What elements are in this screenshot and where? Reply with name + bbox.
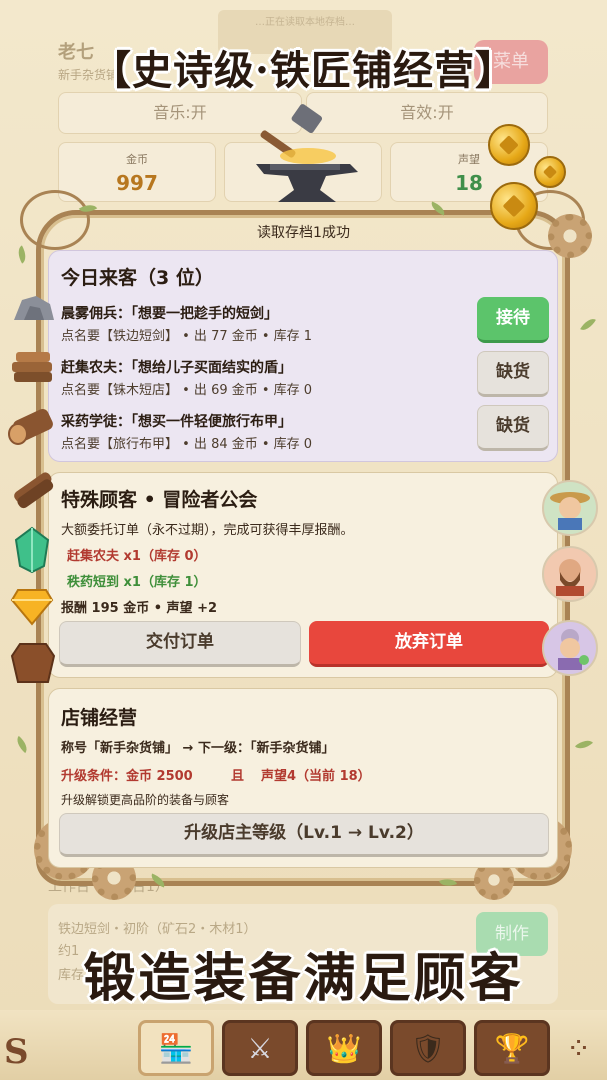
special-title: 特殊顾客 • 冒险者公会 — [61, 489, 258, 511]
abandon-order-button[interactable]: 放弃订单 — [309, 621, 549, 667]
customer-request: 晨雾佣兵：「想要一把趁手的短剑」 — [61, 306, 278, 322]
anvil-hammer-icon — [246, 102, 366, 212]
emerald-icon — [12, 526, 52, 574]
workshop-item: 铁边短剑・初阶（矿石2・木材1） — [58, 922, 257, 937]
gold-label: 金币 — [126, 153, 148, 166]
unlock-text: 升级解锁更高品阶的装备与顾客 — [61, 793, 230, 807]
topaz-icon — [10, 586, 54, 626]
load-success-toast: 读取存档1成功 — [257, 225, 350, 241]
gold-value: 997 — [116, 171, 158, 195]
customer-details: 点名要【铁边短剑】 • 出 77 金币 • 库存 1 — [61, 329, 313, 344]
tab-guild[interactable]: 🛡 — [390, 1020, 466, 1076]
shield-badge-icon: 🛡 — [410, 1031, 446, 1065]
customer-details: 点名要【铢木短店】 • 出 69 金币 • 库存 0 — [61, 383, 313, 398]
ore-icon — [10, 290, 56, 328]
deliver-order-button[interactable]: 交付订单 — [59, 621, 301, 667]
upgrade-condition-reputation: 声望4（当前 18） — [261, 769, 371, 784]
visitors-title: 今日来客（3 位） — [61, 267, 214, 289]
blacksmith-avatar — [542, 546, 598, 602]
requirement-item: 赶集农夫 x1（库存 0） — [67, 549, 207, 564]
tab-ranking[interactable]: 👑 — [306, 1020, 382, 1076]
tab-shop[interactable]: 🏪 — [138, 1020, 214, 1076]
customer-request: 赶集农夫：「想给儿子买面结实的盾」 — [61, 360, 292, 376]
corner-emblem-right: ⁘ — [566, 1032, 592, 1067]
special-customer-panel: 特殊顾客 • 冒险者公会 大额委托订单（永不过期），完成可获得丰厚报酬。 赶集农… — [48, 472, 558, 678]
headline-top: 【史诗级·铁匠铺经营】 — [91, 47, 516, 94]
tab-achievements[interactable]: 🏆 — [474, 1020, 550, 1076]
farmer-avatar — [542, 480, 598, 536]
coin-icon — [488, 124, 530, 166]
upgrade-level-button[interactable]: 升级店主等级（Lv.1 → Lv.2） — [59, 813, 549, 857]
coin-icon — [534, 156, 566, 188]
out-of-stock-button[interactable]: 缺货 — [477, 405, 549, 451]
out-of-stock-button[interactable]: 缺货 — [477, 351, 549, 397]
customer-details: 点名要【旅行布甲】 • 出 84 金币 • 库存 0 — [61, 437, 313, 452]
customer-request: 采药学徒：「想买一件轻便旅行布甲」 — [61, 414, 292, 430]
requirement-item: 秩药短到 x1（库存 1） — [67, 575, 207, 590]
shop-title: 店铺经营 — [61, 707, 138, 729]
headline-bottom: 锻造装备满足顾客 — [83, 948, 524, 1009]
special-description: 大额委托订单（永不过期），完成可获得丰厚报酬。 — [61, 523, 354, 538]
rank-text: 称号「新手杂货铺」 → 下一级：「新手杂货铺」 — [61, 741, 335, 756]
tab-forge[interactable]: ⚔ — [222, 1020, 298, 1076]
serve-button[interactable]: 接待 — [477, 297, 549, 343]
crossed-swords-icon: ⚔ — [247, 1031, 273, 1065]
crown-icon: 👑 — [326, 1031, 362, 1065]
log-icon — [6, 404, 56, 448]
reward-text: 报酬 195 金币 • 声望 +2 — [61, 601, 218, 616]
herbalist-avatar — [542, 620, 598, 676]
corner-emblem-left: S — [4, 1032, 29, 1072]
trophy-icon: 🏆 — [494, 1031, 530, 1065]
wood-planks-icon — [8, 348, 56, 386]
upgrade-condition-gold: 升级条件：金币 2500 — [61, 769, 193, 784]
gold-stat: 金币 997 — [58, 142, 216, 202]
logs-bundle-icon — [8, 466, 56, 512]
upgrade-condition-and: 且 — [231, 769, 245, 784]
shop-panel: 店铺经营 称号「新手杂货铺」 → 下一级：「新手杂货铺」 升级条件：金币 250… — [48, 688, 558, 868]
visitors-panel: 今日来客（3 位） 晨雾佣兵：「想要一把趁手的短剑」 点名要【铁边短剑】 • 出… — [48, 250, 558, 462]
shop-icon: 🏪 — [158, 1031, 194, 1065]
leather-icon — [10, 640, 56, 686]
